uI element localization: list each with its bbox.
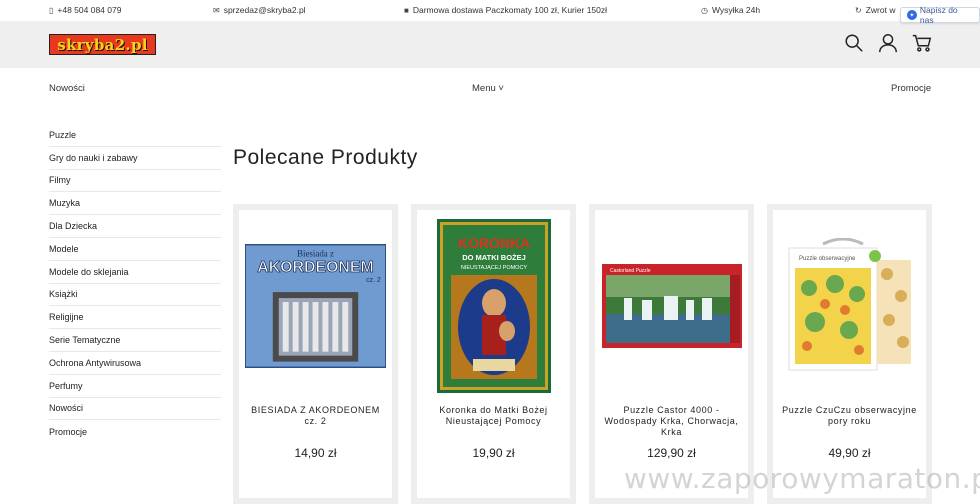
product-name[interactable]: Koronka do Matki Bożej Nieustającej Pomo… (421, 405, 566, 427)
cover-text: AKORDEONEM (257, 259, 373, 276)
cart-icon[interactable] (911, 32, 933, 54)
product-name[interactable]: Puzzle CzuCzu obserwacyjne pory roku (777, 405, 922, 427)
product-image[interactable]: Castorland Puzzle (601, 216, 742, 396)
sidebar-item-model-kits[interactable]: Modele do sklejania (49, 261, 221, 284)
phone-info[interactable]: ▯ +48 504 084 079 (49, 5, 121, 15)
sidebar-item-series[interactable]: Serie Tematyczne (49, 329, 221, 352)
email-info[interactable]: ✉ sprzedaz@skryba2.pl (213, 5, 306, 15)
email-text: sprzedaz@skryba2.pl (223, 5, 306, 15)
nav-new[interactable]: Nowości (49, 83, 85, 94)
sidebar-item-new[interactable]: Nowości (49, 398, 221, 421)
product-price: 49,90 zł (828, 446, 871, 460)
sidebar-item-antivirus[interactable]: Ochrona Antywirusowa (49, 352, 221, 375)
returns-info: ↻ Zwrot w (855, 5, 895, 15)
sidebar-item-music[interactable]: Muzyka (49, 192, 221, 216)
dispatch-text: Wysyłka 24h (711, 5, 761, 15)
message-us-label: Napisz do nas (919, 5, 958, 25)
product-image[interactable]: KORONKA DO MATKI BOŻEJ NIEUSTAJĄCEJ POMO… (423, 216, 564, 396)
phone-text: +48 504 084 079 (57, 5, 122, 15)
envelope-icon: ✉ (213, 5, 220, 15)
cover-text: Puzzle obserwacyjne (799, 256, 856, 262)
product-price: 129,90 zł (647, 446, 696, 460)
product-price: 14,90 zł (294, 446, 337, 460)
product-card[interactable]: KORONKA DO MATKI BOŻEJ NIEUSTAJĄCEJ POMO… (411, 204, 576, 504)
product-card[interactable]: Puzzle obserwacyjne Puzzle CzuCzu obserw… (767, 204, 932, 504)
shipping-text: Darmowa dostawa Paczkomaty 100 zł, Kurie… (412, 5, 608, 15)
search-icon[interactable] (843, 32, 865, 54)
refresh-icon: ↻ (855, 5, 862, 15)
sidebar-item-books[interactable]: Książki (49, 284, 221, 307)
header-icons (843, 32, 933, 54)
sidebar-item-models[interactable]: Modele (49, 238, 221, 261)
cover-text: DO MATKI BOŻEJ (462, 253, 526, 262)
sidebar-item-games[interactable]: Gry do nauki i zabawy (49, 147, 221, 170)
cover-text: Biesiada z (297, 248, 334, 258)
product-image[interactable]: Puzzle obserwacyjne (779, 216, 920, 396)
cover-text: cz. 2 (366, 277, 381, 284)
returns-text: Zwrot w (865, 5, 896, 15)
sidebar-item-religious[interactable]: Religijne (49, 306, 221, 330)
message-us-button[interactable]: ✦ Napisz do nas (900, 5, 980, 25)
product-card[interactable]: Biesiada z AKORDEONEM cz. 2 BIESIADA Z A… (233, 204, 398, 504)
user-icon[interactable] (877, 32, 899, 54)
cover-text: NIEUSTAJĄCEJ POMOCY (460, 265, 527, 271)
page-title: Polecane Produkty (233, 146, 418, 169)
category-sidebar: Puzzle Gry do nauki i zabawy Filmy Muzyk… (49, 124, 221, 443)
site-logo[interactable]: skryba2.pl (49, 34, 156, 55)
nav-menu[interactable]: Menu ˅ (472, 83, 504, 94)
sidebar-item-puzzle[interactable]: Puzzle (49, 124, 221, 147)
product-name[interactable]: BIESIADA Z AKORDEONEM cz. 2 (243, 405, 388, 427)
phone-icon: ▯ (49, 5, 54, 15)
dispatch-info: ◷ Wysyłka 24h (701, 5, 760, 15)
product-grid: Biesiada z AKORDEONEM cz. 2 BIESIADA Z A… (233, 204, 932, 504)
shipping-info: ■ Darmowa dostawa Paczkomaty 100 zł, Kur… (404, 5, 607, 15)
truck-icon: ■ (404, 5, 409, 15)
watermark: www.zaporowymaraton.pl (624, 462, 980, 495)
cover-text: KORONKA (457, 235, 529, 251)
messenger-icon: ✦ (907, 10, 917, 20)
product-image[interactable]: Biesiada z AKORDEONEM cz. 2 (245, 216, 386, 396)
sidebar-item-kids[interactable]: Dla Dziecka (49, 215, 221, 238)
product-price: 19,90 zł (472, 446, 515, 460)
sidebar-item-perfume[interactable]: Perfumy (49, 375, 221, 398)
product-card[interactable]: Castorland Puzzle Puzzle Castor 4000 - W… (589, 204, 754, 504)
top-bar: ▯ +48 504 084 079 ✉ sprzedaz@skryba2.pl … (0, 0, 980, 21)
site-header: skryba2.pl (0, 21, 980, 68)
logo-text: skryba2.pl (57, 35, 148, 54)
cover-text: Castorland Puzzle (610, 268, 651, 274)
nav-promo[interactable]: Promocje (891, 83, 931, 94)
sidebar-item-promo[interactable]: Promocje (49, 420, 221, 443)
product-name[interactable]: Puzzle Castor 4000 - Wodospady Krka, Cho… (599, 405, 744, 438)
clock-icon: ◷ (701, 5, 708, 15)
sidebar-item-films[interactable]: Filmy (49, 170, 221, 193)
